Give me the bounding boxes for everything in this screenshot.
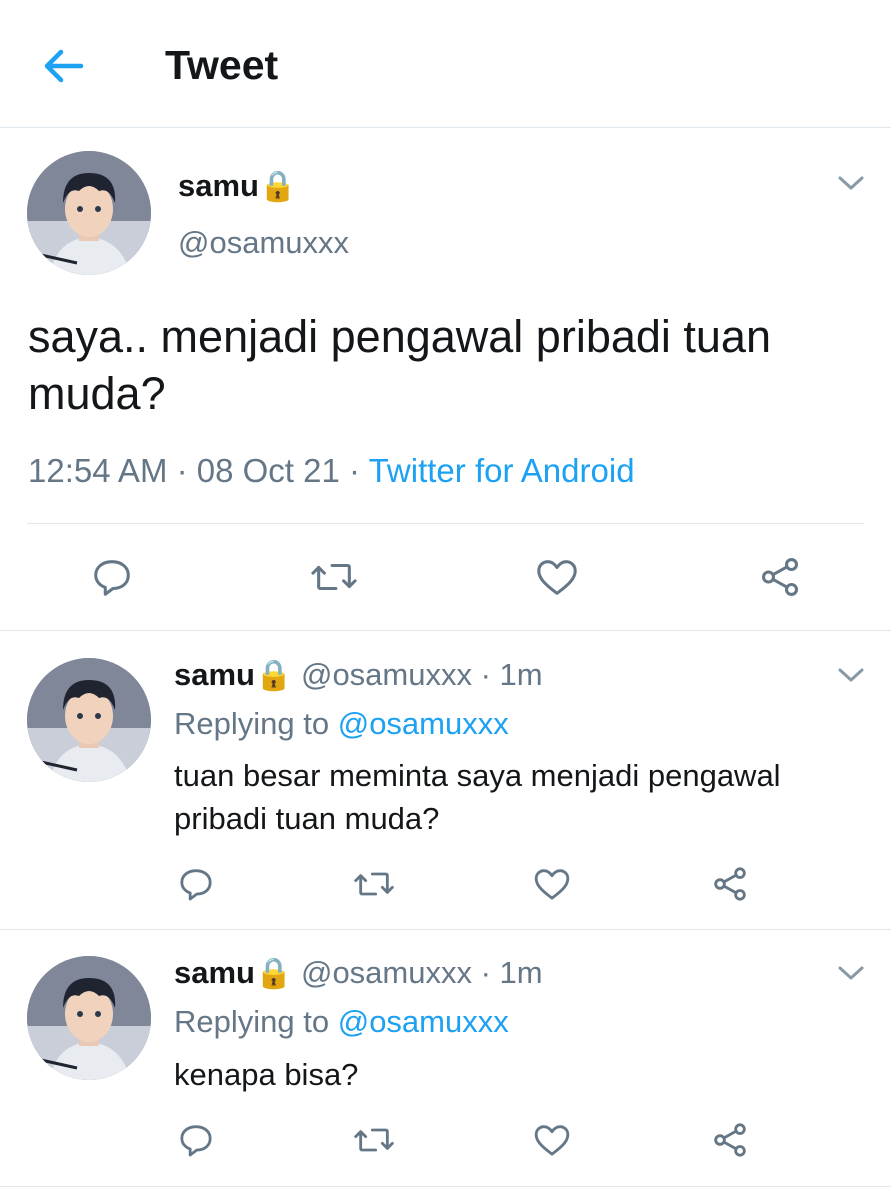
share-icon <box>714 1123 746 1157</box>
reply-icon <box>180 869 212 901</box>
chevron-down-icon <box>838 966 864 980</box>
like-icon <box>537 560 577 595</box>
share-button[interactable] <box>702 858 758 910</box>
avatar[interactable] <box>27 151 151 275</box>
reply-button[interactable] <box>82 550 142 604</box>
like-button[interactable] <box>527 550 587 604</box>
meta-separator: · <box>339 452 369 489</box>
reply-button[interactable] <box>168 858 224 910</box>
retweet-button[interactable] <box>304 550 364 604</box>
arrow-left-icon <box>44 49 84 83</box>
like-button[interactable] <box>524 1114 580 1166</box>
retweet-icon <box>354 1128 394 1152</box>
display-name[interactable]: samu <box>174 955 255 990</box>
reply-handle[interactable]: @osamuxxx <box>301 657 472 692</box>
like-button[interactable] <box>524 858 580 910</box>
tweet-menu-button[interactable] <box>836 962 866 989</box>
dot-separator: · <box>471 657 500 692</box>
replying-to: Replying to @osamuxxx <box>174 706 509 742</box>
tweet-date: 08 Oct 21 <box>196 452 340 489</box>
chevron-down-icon <box>838 176 864 190</box>
divider <box>0 630 891 631</box>
divider <box>27 523 864 524</box>
share-icon <box>761 558 799 596</box>
share-button[interactable] <box>702 1114 758 1166</box>
reply-age: 1m <box>499 657 543 692</box>
reply-handle[interactable]: @osamuxxx <box>301 955 472 990</box>
retweet-icon <box>354 872 394 896</box>
avatar[interactable] <box>27 658 151 782</box>
like-icon <box>534 869 570 900</box>
chevron-down-icon <box>838 668 864 682</box>
tweet-menu-button[interactable] <box>836 172 866 199</box>
mention-link[interactable]: @osamuxxx <box>338 1004 509 1039</box>
page-title: Tweet <box>165 42 279 88</box>
replying-prefix: Replying to <box>174 706 338 741</box>
top-bar: Tweet <box>0 0 891 128</box>
back-button[interactable] <box>38 44 88 88</box>
lock-icon: 🔒 <box>254 957 293 990</box>
meta-separator: · <box>167 452 197 489</box>
tweet-metadata: 12:54 AM · 08 Oct 21 · Twitter for Andro… <box>28 452 635 490</box>
reply-text: tuan besar meminta saya menjadi pengawal… <box>174 758 781 836</box>
author-line: samu🔒 <box>178 168 296 204</box>
tweet-text: saya.. menjadi pengawal pribadi tuan mud… <box>28 311 771 419</box>
reply-text: kenapa bisa? <box>174 1057 359 1092</box>
reply-button[interactable] <box>168 1114 224 1166</box>
tweet-time: 12:54 AM <box>28 452 168 489</box>
avatar[interactable] <box>27 956 151 1080</box>
reply-icon <box>180 1125 212 1157</box>
tweet-source-link[interactable]: Twitter for Android <box>369 452 635 489</box>
display-name[interactable]: samu <box>174 657 255 692</box>
tweet-menu-button[interactable] <box>836 664 866 691</box>
dot-separator: · <box>471 955 500 990</box>
divider <box>0 1186 891 1187</box>
lock-icon: 🔒 <box>258 170 297 203</box>
author-handle[interactable]: @osamuxxx <box>178 225 349 261</box>
like-icon <box>534 1125 570 1156</box>
display-name[interactable]: samu <box>178 168 259 203</box>
share-button[interactable] <box>750 550 810 604</box>
share-icon <box>714 867 746 901</box>
divider <box>0 929 891 930</box>
replying-prefix: Replying to <box>174 1004 338 1039</box>
reply-author-line: samu🔒 @osamuxxx · 1m <box>174 657 543 693</box>
reply-age: 1m <box>499 955 543 990</box>
replying-to: Replying to @osamuxxx <box>174 1004 509 1040</box>
retweet-icon <box>311 563 357 591</box>
mention-link[interactable]: @osamuxxx <box>338 706 509 741</box>
retweet-button[interactable] <box>346 1114 402 1166</box>
reply-icon <box>94 560 130 596</box>
reply-author-line: samu🔒 @osamuxxx · 1m <box>174 955 543 991</box>
lock-icon: 🔒 <box>254 659 293 692</box>
retweet-button[interactable] <box>346 858 402 910</box>
